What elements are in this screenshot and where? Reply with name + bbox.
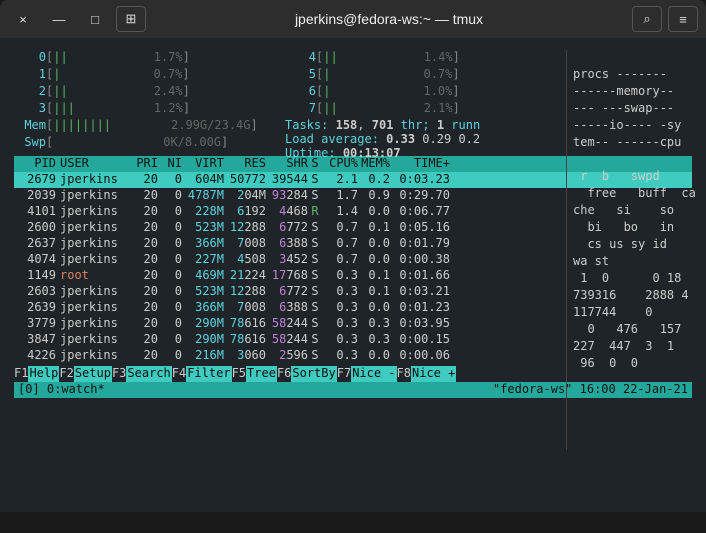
vmstat-line xyxy=(573,50,686,67)
titlebar: × — □ ⊞ jperkins@fedora-ws:~ — tmux ⌕ ≡ xyxy=(0,0,706,38)
fkey-label-setup[interactable]: Setup xyxy=(74,366,112,382)
vmstat-line: 117744 0 xyxy=(573,305,686,322)
col-res[interactable]: RES xyxy=(224,156,266,172)
fkey-F7: F7 xyxy=(337,366,351,382)
fkey-label-tree[interactable]: Tree xyxy=(246,366,277,382)
hamburger-icon: ≡ xyxy=(679,12,687,27)
window-title: jperkins@fedora-ws:~ — tmux xyxy=(146,11,632,27)
fkey-label-sortby[interactable]: SortBy xyxy=(291,366,336,382)
col-pri[interactable]: PRI xyxy=(128,156,158,172)
vmstat-line: 739316 2888 4 xyxy=(573,288,686,305)
col-pid[interactable]: PID xyxy=(14,156,56,172)
col-ni[interactable]: NI xyxy=(158,156,182,172)
vmstat-line: -----io---- -sy xyxy=(573,118,686,135)
vmstat-line: ------memory-- xyxy=(573,84,686,101)
cpu-meter-2: 2[||2.4%] xyxy=(14,84,284,101)
minimize-button[interactable]: — xyxy=(44,6,74,32)
vmstat-panel: procs -------------memory----- ---swap--… xyxy=(566,50,686,450)
vmstat-line: r b swpd xyxy=(573,169,686,186)
fkey-label-filter[interactable]: Filter xyxy=(186,366,231,382)
tmux-left: [0] 0:watch* xyxy=(18,382,105,398)
fkey-F6: F6 xyxy=(277,366,291,382)
vmstat-line xyxy=(573,152,686,169)
fkey-F2: F2 xyxy=(59,366,73,382)
vmstat-line: --- ---swap--- xyxy=(573,101,686,118)
menu-button[interactable]: ≡ xyxy=(668,6,698,32)
vmstat-line: free buff ca xyxy=(573,186,686,203)
terminal[interactable]: 0[||1.7%]1[|0.7%]2[||2.4%]3[|||1.2%] 4[|… xyxy=(0,38,706,512)
vmstat-line: che si so xyxy=(573,203,686,220)
fkey-F1: F1 xyxy=(14,366,28,382)
col-user[interactable]: USER xyxy=(56,156,128,172)
fkey-F8: F8 xyxy=(397,366,411,382)
fkey-label-search[interactable]: Search xyxy=(126,366,171,382)
cpu-meter-3: 3[|||1.2%] xyxy=(14,101,284,118)
vmstat-line: bi bo in xyxy=(573,220,686,237)
cpu-meter-4: 4[||1.4%] xyxy=(284,50,554,67)
vmstat-line: procs ------- xyxy=(573,67,686,84)
cpu-meter-7: 7[||2.1%] xyxy=(284,101,554,118)
vmstat-line: 0 476 157 xyxy=(573,322,686,339)
vmstat-line: cs us sy id xyxy=(573,237,686,254)
vmstat-line: tem-- ------cpu xyxy=(573,135,686,152)
cpu-meter-1: 1[|0.7%] xyxy=(14,67,284,84)
vmstat-line: 96 0 0 xyxy=(573,356,686,373)
fkey-label-nice -[interactable]: Nice - xyxy=(351,366,396,382)
vmstat-line: wa st xyxy=(573,254,686,271)
maximize-button[interactable]: □ xyxy=(80,6,110,32)
cpu-meter-0: 0[||1.7%] xyxy=(14,50,284,67)
fkey-F4: F4 xyxy=(172,366,186,382)
tasks-summary: Tasks: 158, 701 thr; 1 runn Load average… xyxy=(285,118,480,160)
search-button[interactable]: ⌕ xyxy=(632,6,662,32)
close-button[interactable]: × xyxy=(8,6,38,32)
col-virt[interactable]: VIRT xyxy=(182,156,224,172)
cpu-meter-6: 6[|1.0%] xyxy=(284,84,554,101)
fkey-F3: F3 xyxy=(112,366,126,382)
fkey-label-nice +[interactable]: Nice + xyxy=(411,366,456,382)
fkey-F5: F5 xyxy=(232,366,246,382)
vmstat-line: 227 447 3 1 xyxy=(573,339,686,356)
vmstat-line: 1 0 0 18 xyxy=(573,271,686,288)
search-icon: ⌕ xyxy=(643,11,650,27)
new-tab-button[interactable]: ⊞ xyxy=(116,6,146,32)
fkey-label-help[interactable]: Help xyxy=(28,366,59,382)
cpu-meter-5: 5[|0.7%] xyxy=(284,67,554,84)
